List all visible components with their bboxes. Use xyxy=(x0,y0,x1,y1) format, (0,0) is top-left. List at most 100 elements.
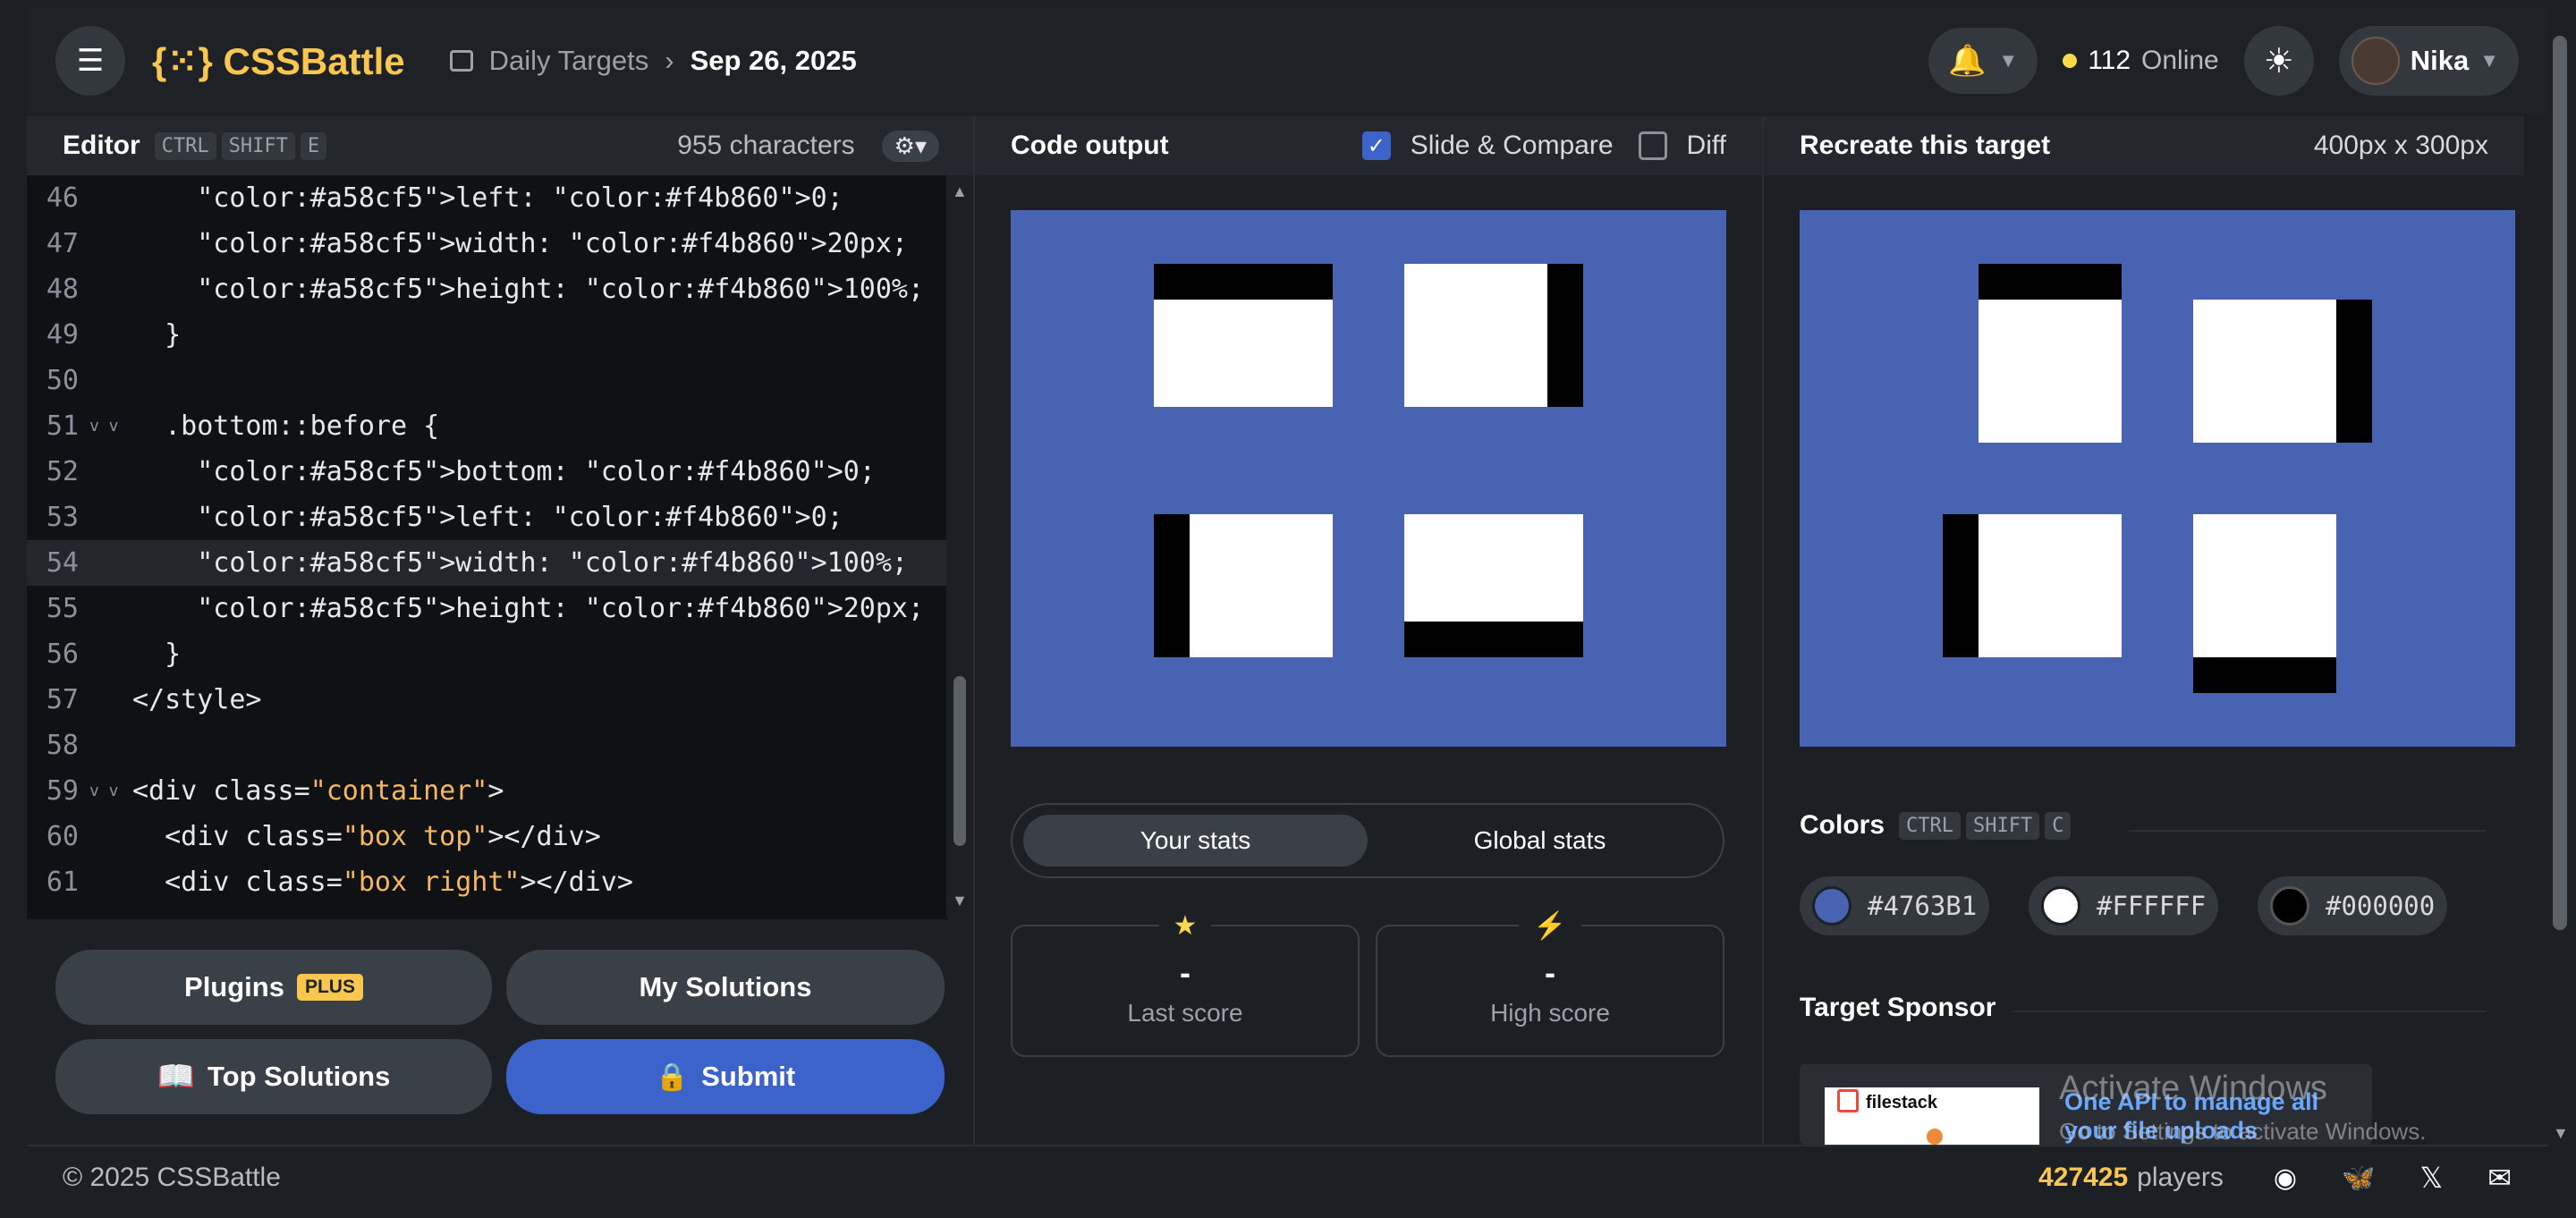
editor-scroll-thumb[interactable] xyxy=(953,676,966,846)
code-line[interactable]: 61 <div class="box right"></div> xyxy=(27,859,948,905)
mail-icon[interactable]: ✉ xyxy=(2487,1161,2512,1195)
last-score-value: - xyxy=(1180,954,1191,991)
code-line[interactable]: 53 "color:#a58cf5">left: "color:#f4b860"… xyxy=(27,495,948,540)
editor-settings-button[interactable]: ⚙▾ xyxy=(881,130,939,162)
book-icon: 📖 xyxy=(157,1060,195,1094)
line-code: "color:#a58cf5">left: "color:#f4b860">0; xyxy=(197,182,843,214)
target-title: Recreate this target xyxy=(1800,131,2051,160)
submit-button[interactable]: 🔒 Submit xyxy=(506,1039,945,1114)
scroll-down-icon[interactable]: ▼ xyxy=(2553,1124,2569,1143)
plugins-button[interactable]: Plugins PLUS xyxy=(55,950,492,1025)
tab-global-stats[interactable]: Global stats xyxy=(1368,815,1712,867)
page-scroll-thumb[interactable] xyxy=(2553,36,2567,930)
code-editor[interactable]: 46 "color:#a58cf5">left: "color:#f4b860"… xyxy=(27,175,948,919)
fold-chevron-icon[interactable]: v v xyxy=(89,782,132,800)
line-number: 46 xyxy=(46,182,79,214)
stats-tabs: Your stats Global stats xyxy=(1011,803,1724,878)
line-number: 57 xyxy=(46,684,79,715)
code-line[interactable]: 46 "color:#a58cf5">left: "color:#f4b860"… xyxy=(27,175,948,221)
line-number: 61 xyxy=(46,867,79,898)
code-line[interactable]: 60 <div class="box top"></div> xyxy=(27,814,948,859)
code-line[interactable]: 54 "color:#a58cf5">width: "color:#f4b860… xyxy=(27,540,948,586)
color-chip-white[interactable]: #FFFFFF xyxy=(2029,876,2219,935)
line-number: 47 xyxy=(46,228,79,259)
theme-toggle-button[interactable]: ☀ xyxy=(2243,26,2314,96)
diff-checkbox[interactable] xyxy=(1638,131,1667,160)
footer: © 2025 CSSBattle 427425 players ◉ 🦋 𝕏 ✉ xyxy=(27,1145,2547,1209)
breadcrumb-daily-targets[interactable]: Daily Targets xyxy=(489,45,649,77)
sponsor-title: Target Sponsor xyxy=(1800,993,1996,1022)
scroll-down-icon[interactable]: ▼ xyxy=(952,892,968,910)
code-line[interactable]: 55 "color:#a58cf5">height: "color:#f4b86… xyxy=(27,586,948,631)
line-code: <div class="box right"></div> xyxy=(132,867,633,898)
line-number: 52 xyxy=(46,456,79,487)
output-title: Code output xyxy=(1011,131,1169,160)
plus-badge: PLUS xyxy=(296,974,363,1001)
line-number: 49 xyxy=(46,319,79,351)
calendar-icon xyxy=(449,50,473,72)
kbd-ctrl: CTRL xyxy=(1899,811,1961,840)
page-scrollbar[interactable]: ▼ xyxy=(2546,27,2576,1145)
code-line[interactable]: 48 "color:#a58cf5">height: "color:#f4b86… xyxy=(27,266,948,312)
code-line[interactable]: 49 } xyxy=(27,312,948,358)
color-chip-blue[interactable]: #4763B1 xyxy=(1800,876,1990,935)
lock-icon: 🔒 xyxy=(655,1062,690,1092)
sun-icon: ☀ xyxy=(2263,42,2294,80)
editor-title: Editor xyxy=(63,131,140,160)
kbd-e: E xyxy=(300,131,327,160)
editor-scrollbar[interactable]: ▲ ▼ xyxy=(946,175,973,918)
top-bar: ☰ {⁙} CSSBattle Daily Targets › Sep 26, … xyxy=(27,7,2547,114)
line-code: } xyxy=(132,639,182,670)
code-line[interactable]: 51 v v .bottom::before { xyxy=(27,403,948,449)
notifications-button[interactable]: 🔔 ▼ xyxy=(1928,28,2038,94)
my-solutions-button[interactable]: My Solutions xyxy=(506,950,945,1025)
kbd-ctrl: CTRL xyxy=(154,131,216,160)
slide-compare-checkbox[interactable]: ✓ xyxy=(1361,131,1391,160)
code-line[interactable]: 52 "color:#a58cf5">bottom: "color:#f4b86… xyxy=(27,449,948,495)
line-number: 53 xyxy=(46,502,79,533)
sponsor-name: filestack xyxy=(1866,1093,1938,1112)
output-canvas[interactable] xyxy=(1011,210,1726,747)
high-score-card: ⚡ - High score xyxy=(1376,910,1724,1057)
line-number: 48 xyxy=(46,274,79,305)
diff-label[interactable]: Diff xyxy=(1687,131,1726,161)
code-line[interactable]: 50 xyxy=(27,358,948,403)
x-icon[interactable]: 𝕏 xyxy=(2419,1161,2443,1195)
line-number: 54 xyxy=(46,547,79,579)
scroll-up-icon[interactable]: ▲ xyxy=(952,182,968,201)
kbd-shift: SHIFT xyxy=(1966,811,2040,840)
star-icon: ★ xyxy=(1158,910,1212,942)
breadcrumb: Daily Targets › Sep 26, 2025 xyxy=(449,45,857,77)
tab-your-stats[interactable]: Your stats xyxy=(1023,815,1368,867)
fold-chevron-icon[interactable]: v v xyxy=(89,417,132,436)
target-canvas[interactable] xyxy=(1800,210,2515,747)
color-chip-black[interactable]: #000000 xyxy=(2258,876,2448,935)
code-line[interactable]: 56 } xyxy=(27,631,948,677)
code-line[interactable]: 57 </style> xyxy=(27,677,948,723)
kbd-shift: SHIFT xyxy=(221,131,295,160)
line-code: "color:#a58cf5">width: "color:#f4b860">1… xyxy=(197,547,908,579)
output-box-left-bar xyxy=(1154,514,1190,657)
slide-compare-label[interactable]: Slide & Compare xyxy=(1411,131,1614,161)
logo[interactable]: {⁙} CSSBattle xyxy=(152,39,405,83)
line-code: <div class="container"> xyxy=(132,775,504,807)
avatar xyxy=(2351,37,2400,85)
chevron-down-icon: ▼ xyxy=(2479,49,2499,72)
top-solutions-button[interactable]: 📖 Top Solutions xyxy=(55,1039,492,1114)
line-code: "color:#a58cf5">width: "color:#f4b860">2… xyxy=(197,228,908,259)
discord-icon[interactable]: ◉ xyxy=(2274,1163,2297,1194)
user-menu[interactable]: Nika ▼ xyxy=(2338,26,2519,96)
chevron-down-icon: ▼ xyxy=(1998,49,2019,72)
sponsor-logo-box: filestack xyxy=(1825,1087,2039,1145)
activate-windows-subtitle: Go to Settings to activate Windows. xyxy=(2059,1118,2427,1145)
breadcrumb-date: Sep 26, 2025 xyxy=(690,45,857,76)
menu-button[interactable]: ☰ xyxy=(55,26,125,96)
line-code: "color:#a58cf5">height: "color:#f4b860">… xyxy=(197,593,925,624)
line-code: <div class="box top"></div> xyxy=(132,821,601,852)
code-line[interactable]: 59 v v <div class="container"> xyxy=(27,768,948,814)
code-line[interactable]: 58 xyxy=(27,723,948,768)
code-line[interactable]: 47 "color:#a58cf5">width: "color:#f4b860… xyxy=(27,221,948,266)
bluesky-icon[interactable]: 🦋 xyxy=(2342,1163,2375,1194)
last-score-card: ★ - Last score xyxy=(1011,910,1360,1057)
high-score-label: High score xyxy=(1490,999,1610,1027)
